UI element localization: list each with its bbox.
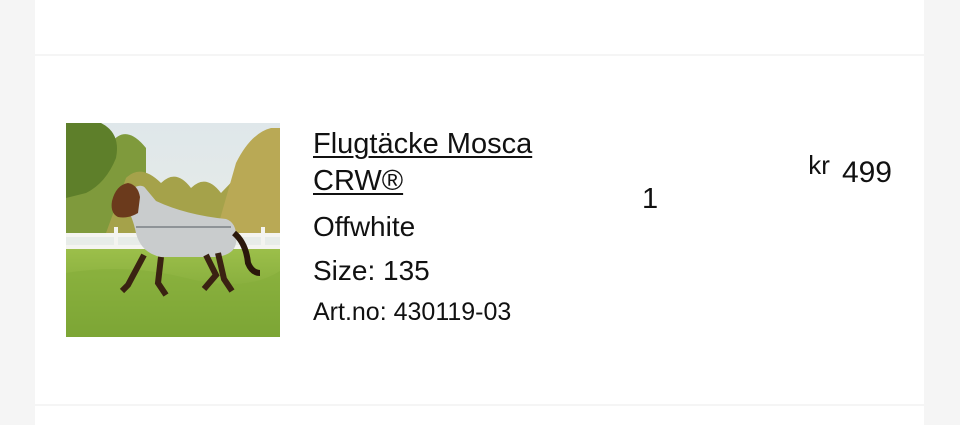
artno-value: 430119-03 (393, 298, 512, 326)
product-article-number: Art.no: 430119-03 (313, 297, 511, 327)
size-value: 135 (383, 255, 430, 286)
artno-label: Art.no: (313, 298, 387, 326)
size-label: Size: (313, 255, 376, 286)
previous-cart-row (35, 0, 924, 54)
item-price: kr 499 (808, 148, 892, 190)
product-name-link[interactable]: Flugtäcke Mosca CRW® (313, 126, 583, 200)
horse-photo-image (66, 123, 280, 337)
cart-item-row: Flugtäcke Mosca CRW® Offwhite Size: 135 … (35, 56, 924, 404)
price-currency: kr (808, 150, 830, 180)
product-size: Size: 135 (313, 254, 430, 288)
cart-page: Flugtäcke Mosca CRW® Offwhite Size: 135 … (0, 0, 960, 425)
next-cart-row (35, 406, 924, 425)
product-thumbnail[interactable] (66, 123, 280, 337)
item-quantity: 1 (642, 183, 659, 215)
product-variant: Offwhite (313, 211, 416, 242)
price-value: 499 (841, 156, 892, 189)
